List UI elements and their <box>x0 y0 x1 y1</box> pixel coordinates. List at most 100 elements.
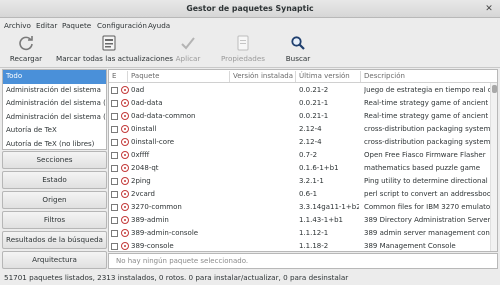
row-checkbox[interactable] <box>111 178 118 185</box>
package-name: 2vcard <box>131 190 155 198</box>
menu-paquete[interactable]: Paquete <box>62 21 91 30</box>
support-status-icon <box>121 164 129 172</box>
table-row[interactable]: 0ad-data-common 0.0.21-1 Real-time strateg… <box>109 110 491 123</box>
row-checkbox[interactable] <box>111 217 118 224</box>
package-name: 3270-common <box>131 203 182 211</box>
package-name: 2048-qt <box>131 164 159 172</box>
row-checkbox[interactable] <box>111 191 118 198</box>
column-separator[interactable] <box>229 71 230 82</box>
mark-all-updates-button[interactable]: Marcar todas las actualizaciones <box>56 35 174 63</box>
column-separator[interactable] <box>127 71 128 82</box>
table-row[interactable]: 2ping 3.2.1-1 Ping utility to determine di… <box>109 175 491 188</box>
package-description: cross-distribution packaging system <box>364 125 491 133</box>
package-name: 389-admin <box>131 216 169 224</box>
reload-button[interactable]: Recargar <box>8 35 44 63</box>
menu-ayuda[interactable]: Ayuda <box>148 21 170 30</box>
table-row[interactable]: 2vcard 0.6-1 perl script to convert an add… <box>109 188 491 201</box>
menu-editar[interactable]: Editar <box>36 21 57 30</box>
support-status-icon <box>121 177 129 185</box>
architecture-button[interactable]: Arquitectura <box>2 251 107 269</box>
origin-button[interactable]: Origen <box>2 191 107 209</box>
support-status-icon <box>121 99 129 107</box>
table-row[interactable]: 0xffff 0.7-2 Open Free Fiasco Firmware Fla… <box>109 149 491 162</box>
column-separator[interactable] <box>360 71 361 82</box>
scrollbar-thumb[interactable] <box>492 85 497 93</box>
package-name: 2ping <box>131 177 151 185</box>
package-description: 389 Directory Administration Server <box>364 216 491 224</box>
column-status[interactable]: E <box>112 72 116 80</box>
search-label: Buscar <box>285 54 311 63</box>
left-panel: Todo Administración del sistema Administ… <box>2 69 107 269</box>
row-checkbox[interactable] <box>111 152 118 159</box>
filter-item[interactable]: Autoría de TeX (no libres) <box>3 138 106 150</box>
row-checkbox[interactable] <box>111 100 118 107</box>
filter-item[interactable]: Administración del sistema (no libres) <box>3 111 106 125</box>
row-checkbox[interactable] <box>111 230 118 237</box>
filter-item[interactable]: Administración del sistema (contrib) <box>3 97 106 111</box>
support-status-icon <box>121 190 129 198</box>
support-status-icon <box>121 125 129 133</box>
window-title: Gestor de paquetes Synaptic <box>186 4 314 13</box>
title-bar: Gestor de paquetes Synaptic ✕ <box>0 0 500 18</box>
properties-label: Propiedades <box>220 54 266 63</box>
package-table: E Paquete Versión instalada Última versi… <box>108 69 498 252</box>
table-row[interactable]: 389-admin 1.1.43-1+b1 389 Directory Admini… <box>109 214 491 227</box>
column-separator[interactable] <box>295 71 296 82</box>
menu-bar: Archivo Editar Paquete Configuración Ayu… <box>0 18 500 32</box>
package-name: 0ad-data <box>131 99 163 107</box>
row-checkbox[interactable] <box>111 126 118 133</box>
package-description: 389 admin server management console <box>364 229 491 237</box>
table-row[interactable]: 0install-core 2.12-4 cross-distribution pa… <box>109 136 491 149</box>
properties-button[interactable]: Propiedades <box>220 35 266 63</box>
latest-version: 1.1.18-2 <box>299 242 329 250</box>
apply-button[interactable]: Aplicar <box>172 35 204 63</box>
apply-icon <box>181 37 195 50</box>
latest-version: 0.0.21-1 <box>299 99 329 107</box>
latest-version: 0.7-2 <box>299 151 318 159</box>
table-row[interactable]: 0ad 0.0.21-2 Juego de estrategia en tiempo… <box>109 84 491 97</box>
row-checkbox[interactable] <box>111 165 118 172</box>
description-panel: No hay ningún paquete seleccionado. <box>108 253 498 269</box>
column-description[interactable]: Descripción <box>364 72 405 80</box>
column-latest-version[interactable]: Última versión <box>299 72 350 80</box>
row-checkbox[interactable] <box>111 139 118 146</box>
filter-item-todo[interactable]: Todo <box>3 70 106 84</box>
row-checkbox[interactable] <box>111 204 118 211</box>
table-row[interactable]: 389-admin-console 1.1.12-1 389 admin serve… <box>109 227 491 240</box>
table-row[interactable]: 0ad-data 0.0.21-1 Real-time strategy game … <box>109 97 491 110</box>
status-button[interactable]: Estado <box>2 171 107 189</box>
mark-all-label: Marcar todas las actualizaciones <box>56 54 174 63</box>
row-checkbox[interactable] <box>111 243 118 250</box>
toolbar: Recargar Marcar todas las actualizacione… <box>0 32 500 68</box>
vertical-scrollbar[interactable] <box>490 83 497 251</box>
package-name: 389-admin-console <box>131 229 199 237</box>
column-installed-version[interactable]: Versión instalada <box>233 72 293 80</box>
filters-button[interactable]: Filtros <box>2 211 107 229</box>
package-description: mathematics based puzzle game <box>364 164 481 172</box>
support-status-icon <box>121 203 129 211</box>
sections-button[interactable]: Secciones <box>2 151 107 169</box>
description-text: No hay ningún paquete seleccionado. <box>116 257 249 265</box>
latest-version: 3.2.1-1 <box>299 177 324 185</box>
table-row[interactable]: 0install 2.12-4 cross-distribution packagi… <box>109 123 491 136</box>
close-icon[interactable]: ✕ <box>484 4 494 14</box>
table-row[interactable]: 389-console 1.1.18-2 389 Management Consol… <box>109 240 491 251</box>
row-checkbox[interactable] <box>111 87 118 94</box>
filter-item[interactable]: Autoría de TeX <box>3 124 106 138</box>
menu-configuracion[interactable]: Configuración <box>97 21 147 30</box>
package-name: 0install <box>131 125 157 133</box>
latest-version: 1.1.12-1 <box>299 229 329 237</box>
table-row[interactable]: 3270-common 3.3.14ga11-1+b2 Common files f… <box>109 201 491 214</box>
support-status-icon <box>121 229 129 237</box>
row-checkbox[interactable] <box>111 113 118 120</box>
menu-archivo[interactable]: Archivo <box>4 21 31 30</box>
search-button[interactable]: Buscar <box>283 35 313 63</box>
table-row[interactable]: 2048-qt 0.1.6-1+b1 mathematics based puzzl… <box>109 162 491 175</box>
package-description: Juego de estrategia en tiempo real de gu… <box>364 86 491 94</box>
latest-version: 1.1.43-1+b1 <box>299 216 344 224</box>
column-package[interactable]: Paquete <box>131 72 159 80</box>
package-name: 0ad <box>131 86 145 94</box>
package-description: Real-time strategy game of ancient warfa… <box>364 112 491 120</box>
search-results-button[interactable]: Resultados de la búsqueda <box>2 231 107 249</box>
filter-item[interactable]: Administración del sistema <box>3 84 106 98</box>
